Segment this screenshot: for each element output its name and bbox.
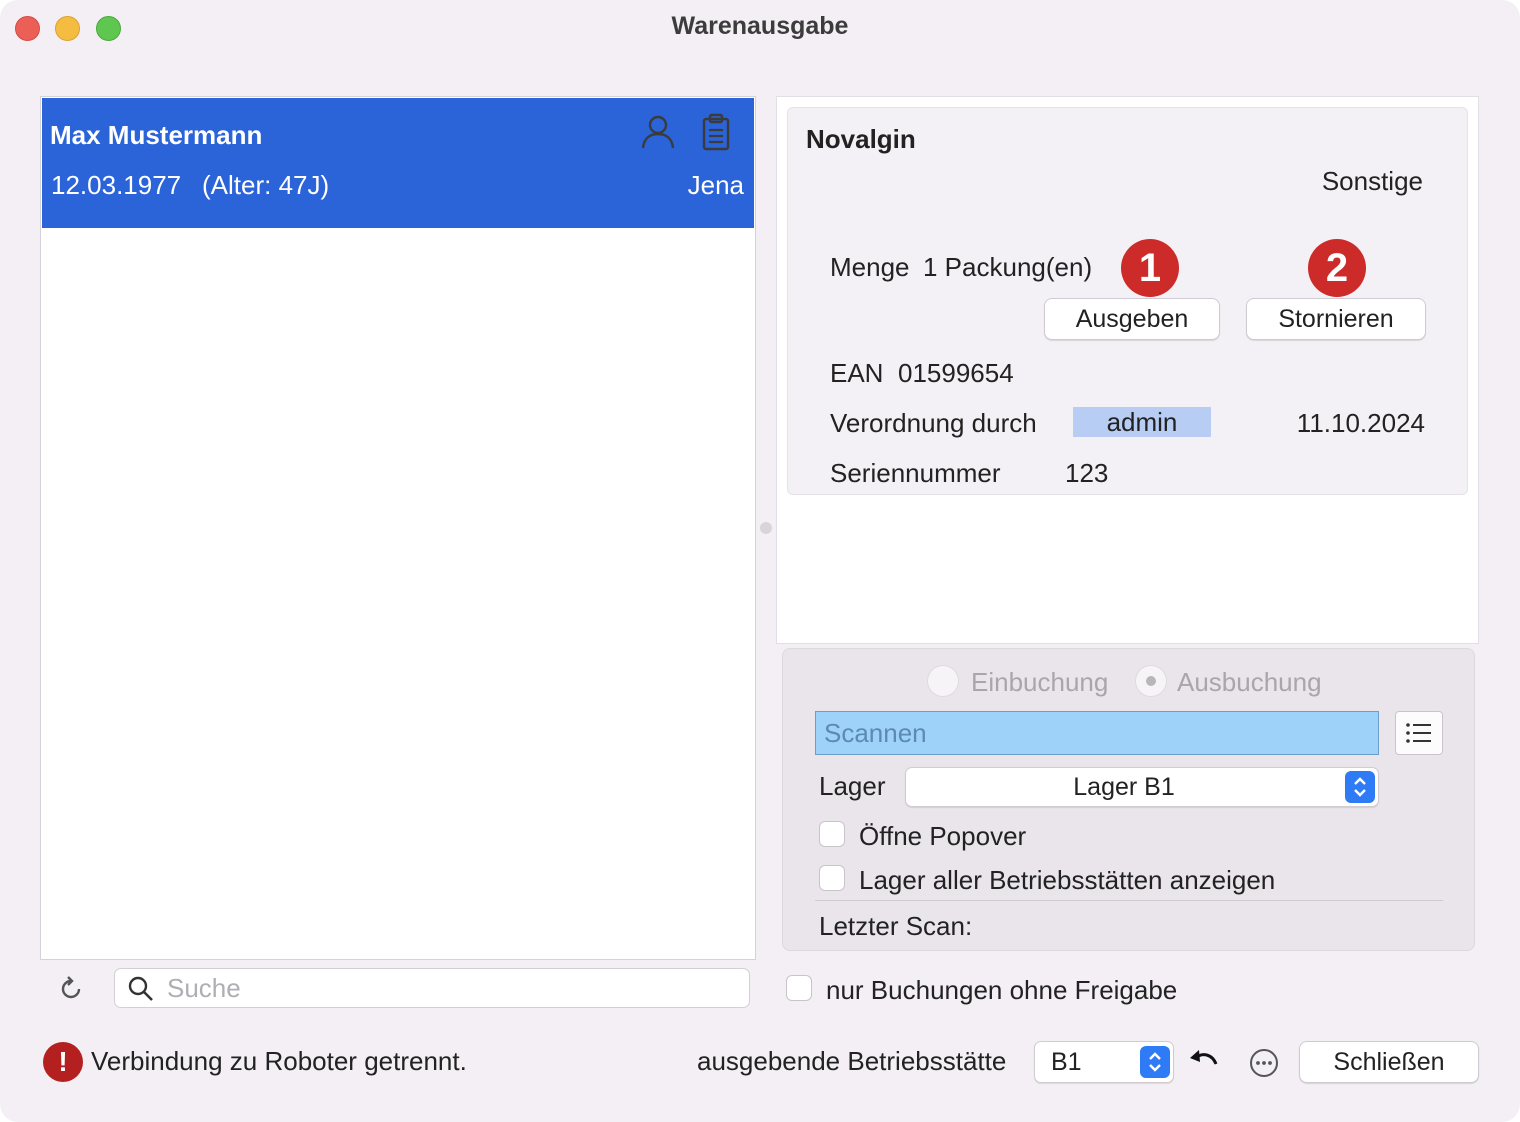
prescribed-by-label: Verordnung durch bbox=[830, 408, 1037, 438]
prescription-card: Novalgin Sonstige Menge 1 Packung(en) 1 … bbox=[787, 107, 1468, 495]
patient-dob: 12.03.1977 bbox=[51, 170, 182, 200]
window: Warenausgabe Max Mustermann 12.03.1977 (… bbox=[0, 0, 1520, 1122]
site-select-value: B1 bbox=[1051, 1048, 1082, 1076]
more-icon[interactable] bbox=[1249, 1048, 1279, 1078]
clipboard-icon[interactable] bbox=[696, 112, 736, 152]
quantity-label: Menge bbox=[830, 252, 910, 282]
patient-age: (Alter: 47J) bbox=[202, 170, 330, 200]
cancel-button[interactable]: Stornieren bbox=[1246, 298, 1426, 340]
unreleased-only-checkbox[interactable] bbox=[786, 975, 812, 1001]
radio-ausbuchung[interactable] bbox=[1135, 665, 1167, 697]
titlebar: Warenausgabe bbox=[0, 0, 1520, 56]
site-label: ausgebende Betriebsstätte bbox=[697, 1046, 1007, 1076]
scan-panel: Einbuchung Ausbuchung Lager Lager B1 Öff… bbox=[782, 648, 1475, 951]
last-scan-label: Letzter Scan: bbox=[819, 911, 973, 941]
refresh-icon[interactable] bbox=[56, 974, 86, 1004]
prescription-date: 11.10.2024 bbox=[1296, 408, 1425, 438]
product-name: Novalgin bbox=[806, 124, 916, 154]
callout-badge-2: 2 bbox=[1308, 239, 1366, 297]
chevron-updown-icon bbox=[1140, 1046, 1170, 1078]
window-title: Warenausgabe bbox=[671, 12, 849, 40]
search-icon bbox=[128, 976, 153, 1001]
site-select[interactable]: B1 bbox=[1034, 1041, 1174, 1083]
open-popover-label: Öffne Popover bbox=[859, 821, 1027, 851]
ean-value: 01599654 bbox=[898, 358, 1014, 388]
storage-select-value: Lager B1 bbox=[1073, 773, 1175, 801]
person-icon[interactable] bbox=[638, 112, 678, 152]
patient-name: Max Mustermann bbox=[50, 120, 263, 150]
patient-list: Max Mustermann 12.03.1977 (Alter: 47J) J… bbox=[40, 96, 756, 960]
divider bbox=[815, 900, 1443, 901]
product-category: Sonstige bbox=[1321, 166, 1423, 196]
radio-ausbuchung-label: Ausbuchung bbox=[1177, 667, 1322, 697]
serial-label: Seriennummer bbox=[830, 458, 1001, 488]
search-input[interactable] bbox=[167, 971, 737, 1005]
search-field[interactable] bbox=[114, 968, 750, 1008]
list-icon bbox=[1406, 723, 1431, 743]
detail-panel: Novalgin Sonstige Menge 1 Packung(en) 1 … bbox=[776, 96, 1479, 644]
radio-einbuchung-label: Einbuchung bbox=[971, 667, 1109, 697]
all-sites-checkbox[interactable] bbox=[819, 865, 845, 891]
undo-icon[interactable] bbox=[1188, 1046, 1220, 1074]
callout-badge-1: 1 bbox=[1121, 239, 1179, 297]
serial-value: 123 bbox=[1065, 458, 1109, 488]
ean-label: EAN bbox=[830, 358, 884, 388]
storage-label: Lager bbox=[819, 771, 886, 801]
alert-icon: ! bbox=[43, 1042, 83, 1082]
patient-row-selected[interactable]: Max Mustermann 12.03.1977 (Alter: 47J) J… bbox=[42, 98, 754, 228]
close-button[interactable]: Schließen bbox=[1299, 1041, 1479, 1083]
radio-einbuchung[interactable] bbox=[927, 665, 959, 697]
connection-status: Verbindung zu Roboter getrennt. bbox=[91, 1046, 467, 1076]
quantity-value: 1 Packung(en) bbox=[923, 252, 1093, 282]
list-button[interactable] bbox=[1395, 711, 1443, 755]
split-view-handle[interactable] bbox=[760, 522, 772, 534]
open-popover-checkbox[interactable] bbox=[819, 821, 845, 847]
storage-select[interactable]: Lager B1 bbox=[905, 767, 1379, 807]
unreleased-only-label: nur Buchungen ohne Freigabe bbox=[826, 975, 1178, 1005]
chevron-updown-icon bbox=[1345, 771, 1375, 803]
scan-input[interactable] bbox=[815, 711, 1379, 755]
prescriber-tag: admin bbox=[1073, 407, 1211, 437]
all-sites-label: Lager aller Betriebsstätten anzeigen bbox=[859, 865, 1276, 895]
patient-city: Jena bbox=[687, 170, 744, 200]
dispense-button[interactable]: Ausgeben bbox=[1044, 298, 1220, 340]
